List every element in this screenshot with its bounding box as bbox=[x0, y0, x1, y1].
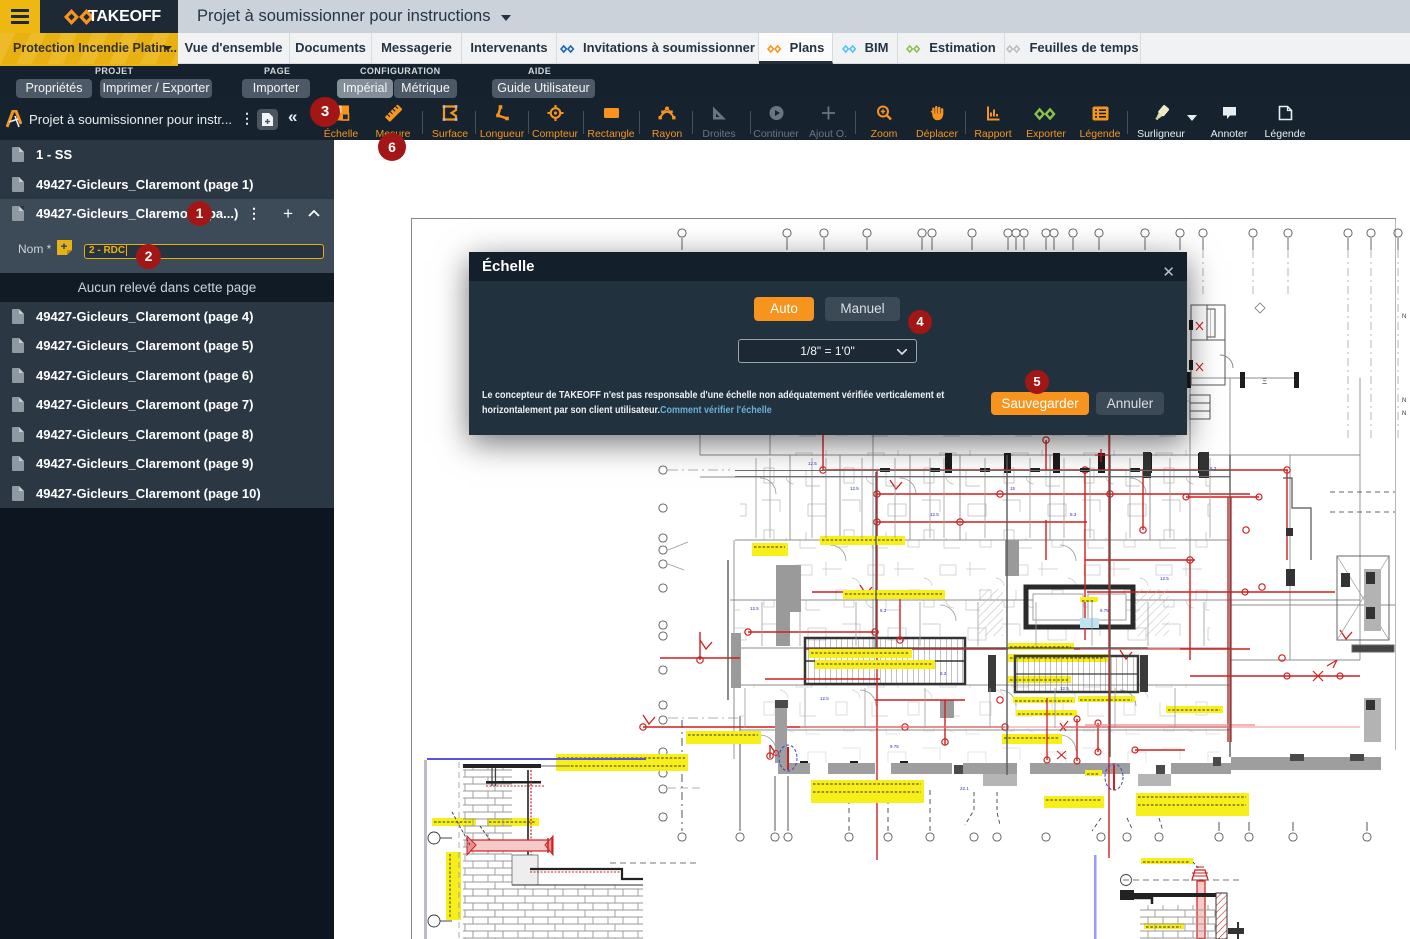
svg-text:8.3: 8.3 bbox=[1070, 512, 1077, 517]
svg-text:Ξ: Ξ bbox=[1262, 377, 1267, 386]
svg-text:8.3: 8.3 bbox=[940, 671, 947, 676]
svg-text:15: 15 bbox=[1010, 486, 1016, 491]
svg-text:12.5: 12.5 bbox=[1160, 576, 1169, 581]
svg-text:12.5: 12.5 bbox=[750, 606, 759, 611]
svg-text:9.75: 9.75 bbox=[1100, 608, 1109, 613]
svg-text:N: N bbox=[1402, 398, 1406, 404]
svg-text:12.5: 12.5 bbox=[808, 461, 817, 466]
svg-text:N: N bbox=[1402, 411, 1406, 417]
svg-text:8.3: 8.3 bbox=[880, 608, 887, 613]
svg-text:9.75: 9.75 bbox=[890, 744, 899, 749]
svg-text:N: N bbox=[1402, 314, 1406, 320]
svg-text:12.5: 12.5 bbox=[930, 512, 939, 517]
svg-text:22.1: 22.1 bbox=[960, 786, 969, 791]
svg-text:12.5: 12.5 bbox=[850, 486, 859, 491]
svg-text:12.5: 12.5 bbox=[820, 696, 829, 701]
